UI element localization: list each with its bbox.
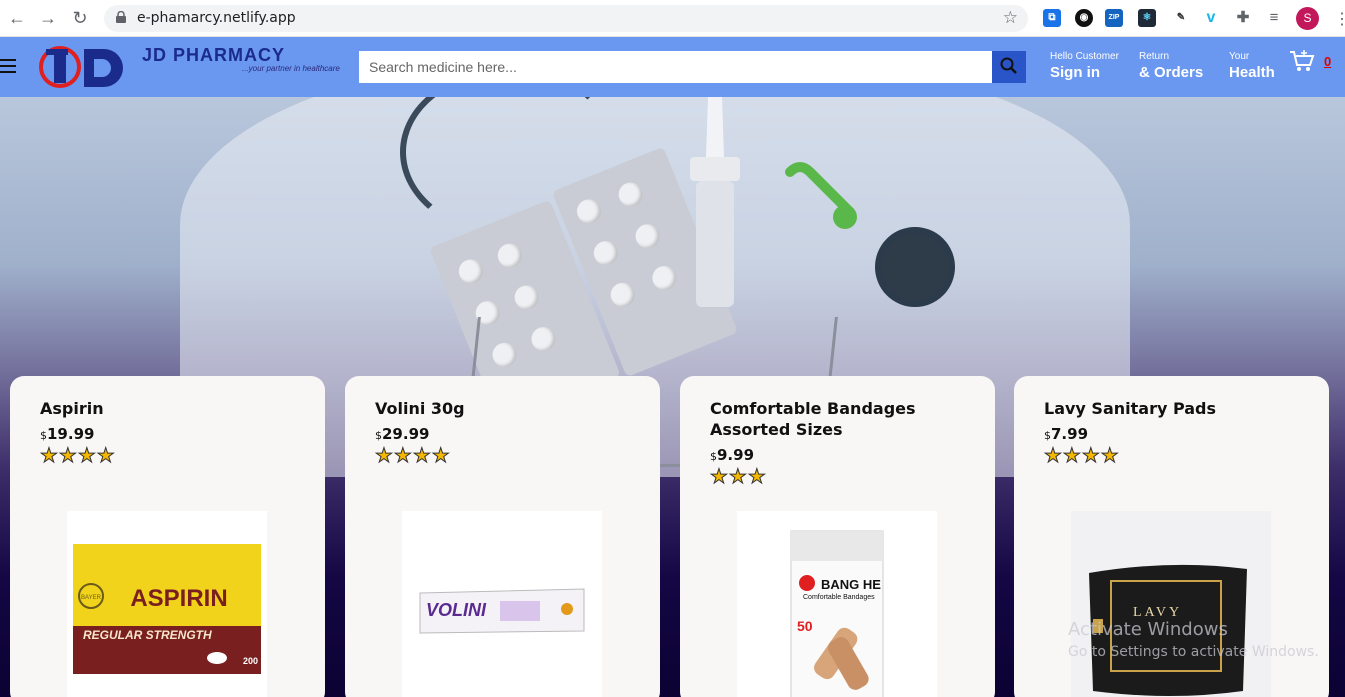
orders-link[interactable]: & Orders [1139, 64, 1203, 81]
star-rating: ★★★★ [1044, 445, 1120, 468]
cart-icon[interactable] [1289, 49, 1315, 73]
hero-nasal-spray [690, 97, 740, 307]
extension-picker-icon[interactable]: ✎ [1172, 9, 1190, 27]
watermark-line2: Go to Settings to activate Windows. [1068, 644, 1319, 660]
lavy-product-image[interactable]: LAVY [1071, 511, 1271, 697]
cart-count[interactable]: 0 [1324, 54, 1331, 69]
product-card[interactable]: Comfortable Bandages Assorted Sizes $9.9… [680, 376, 995, 697]
star-rating: ★★★★ [375, 445, 451, 468]
product-name[interactable]: Lavy Sanitary Pads [1044, 398, 1304, 419]
search-button[interactable] [992, 51, 1026, 83]
aspirin-strength-text: REGULAR STRENGTH [83, 628, 212, 642]
extension-zip-icon[interactable]: ZIP [1105, 9, 1123, 27]
lock-icon [116, 11, 126, 23]
reading-list-icon[interactable]: ≡ [1265, 9, 1283, 27]
extension-react-icon[interactable]: ⚛ [1138, 9, 1156, 27]
returns-label: Return [1139, 51, 1170, 62]
aspirin-product-image[interactable]: BAYER ASPIRIN REGULAR STRENGTH 200 [67, 511, 267, 697]
product-name[interactable]: Comfortable Bandages Assorted Sizes [710, 398, 970, 440]
volini-brand-text: VOLINI [426, 600, 487, 620]
extension-copy-icon[interactable]: ⧉ [1043, 9, 1061, 27]
product-price: $9.99 [710, 446, 755, 464]
returns-orders[interactable]: Return & Orders [1139, 51, 1203, 81]
product-price: $29.99 [375, 425, 430, 443]
brand-name[interactable]: JD PHARMACY [142, 45, 285, 66]
extensions-puzzle-icon[interactable]: ✚ [1234, 9, 1252, 27]
reload-icon[interactable]: ↻ [70, 8, 90, 28]
your-health[interactable]: Your Health [1229, 51, 1275, 81]
profile-avatar[interactable]: S [1296, 7, 1319, 30]
address-bar[interactable]: e-phamarcy.netlify.app ☆ [104, 5, 1028, 32]
account-signin[interactable]: Hello Customer Sign in [1050, 51, 1119, 81]
extension-vimeo-icon[interactable]: v [1202, 9, 1220, 27]
hamburger-menu-icon[interactable] [0, 59, 16, 73]
lavy-brand-text: LAVY [1133, 605, 1182, 620]
aspirin-count-text: 200 [243, 656, 258, 666]
windows-activation-watermark: Activate Windows Go to Settings to activ… [1068, 619, 1319, 660]
back-icon[interactable]: ← [7, 8, 27, 28]
product-name[interactable]: Volini 30g [375, 398, 635, 419]
product-price: $7.99 [1044, 425, 1089, 443]
watermark-line1: Activate Windows [1068, 619, 1228, 640]
brand-tagline: ...your partner in healthcare [242, 64, 340, 73]
product-card[interactable]: Aspirin $19.99 ★★★★ BAYER ASPIRIN REGULA… [10, 376, 325, 697]
signin-link[interactable]: Sign in [1050, 64, 1119, 81]
star-rating: ★★★ [710, 466, 767, 489]
product-price: $19.99 [40, 425, 95, 443]
bandage-brand-text: BANG HE [821, 577, 881, 592]
aspirin-brand-text: ASPIRIN [130, 585, 227, 612]
url-text: e-phamarcy.netlify.app [137, 10, 296, 26]
hero-green-clip [785, 162, 857, 229]
forward-icon[interactable]: → [38, 8, 58, 28]
volini-product-image[interactable]: VOLINI [402, 511, 602, 697]
bandage-product-image[interactable]: BANG HE Comfortable Bandages 50 [737, 511, 937, 697]
jd-logo[interactable] [38, 45, 130, 89]
extension-chat-icon[interactable]: ◉ [1075, 9, 1093, 27]
browser-toolbar: ← → ↻ e-phamarcy.netlify.app ☆ ⧉ ◉ ZIP ⚛… [0, 0, 1345, 37]
search-icon [1000, 57, 1017, 74]
browser-menu-icon[interactable]: ⋮ [1334, 9, 1345, 29]
product-name[interactable]: Aspirin [40, 398, 300, 419]
health-link[interactable]: Health [1229, 64, 1275, 81]
aspirin-maker-text: BAYER [81, 595, 102, 601]
bookmark-star-icon[interactable]: ☆ [1003, 8, 1018, 28]
bandage-sub-text: Comfortable Bandages [803, 594, 875, 601]
star-rating: ★★★★ [40, 445, 116, 468]
bandage-count-text: 50 [797, 618, 813, 634]
site-header: JD PHARMACY ...your partner in healthcar… [0, 37, 1345, 97]
hero-stethoscope-chest [875, 227, 955, 307]
product-card[interactable]: Volini 30g $29.99 ★★★★ VOLINI [345, 376, 660, 697]
account-greeting: Hello Customer [1050, 51, 1119, 62]
search-input[interactable] [359, 51, 992, 83]
health-label: Your [1229, 51, 1250, 62]
